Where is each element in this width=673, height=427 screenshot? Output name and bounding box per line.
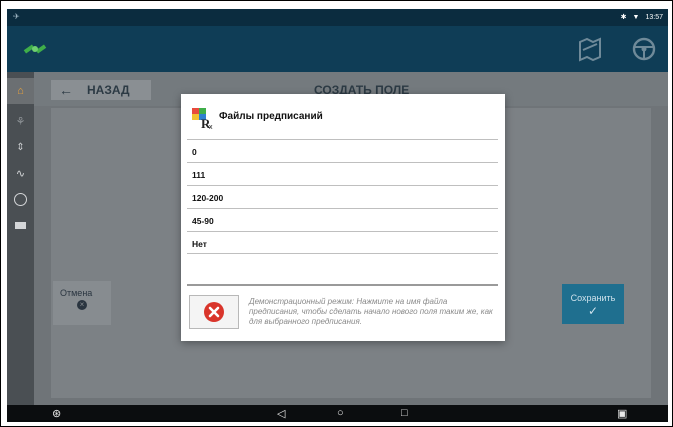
- cancel-label: Отмена: [60, 288, 93, 298]
- spray-icon: ⚘: [15, 115, 26, 128]
- divider: [187, 284, 498, 286]
- list-item[interactable]: Нет: [187, 231, 498, 254]
- demo-close-button[interactable]: [189, 295, 239, 329]
- satellite-icon[interactable]: [21, 38, 49, 60]
- screen-frame: ✈ ✱ ▼ 13:57 ⌂ ⚘ ⇕ ∿ ← НАЗАД СОЗДАТЬ ПОЛЕ…: [0, 0, 673, 427]
- wifi-icon: ▼: [632, 13, 640, 21]
- pulse-icon: ∿: [15, 167, 26, 180]
- close-icon: ×: [77, 300, 87, 310]
- prescription-files-dialog: R x Файлы предписаний 0 111 120-200 45-9…: [181, 94, 505, 341]
- back-label: НАЗАД: [87, 83, 130, 97]
- speed-icon: [14, 192, 27, 206]
- list-item[interactable]: 0: [187, 139, 498, 162]
- list-item[interactable]: 111: [187, 162, 498, 185]
- bluetooth-icon: ✱: [620, 14, 627, 21]
- demo-mode-notice: Демонстрационный режим: Нажмите на имя ф…: [187, 293, 498, 335]
- sidebar-item-spray[interactable]: ⚘: [7, 108, 34, 134]
- file-list: 0 111 120-200 45-90 Нет: [187, 139, 498, 254]
- screenshot-icon[interactable]: ▣: [617, 407, 627, 420]
- field-map-icon[interactable]: [577, 36, 603, 62]
- dialog-title: Файлы предписаний: [219, 111, 323, 122]
- nav-back-icon[interactable]: ◁: [277, 407, 285, 420]
- demo-message: Демонстрационный режим: Нажмите на имя ф…: [249, 297, 493, 326]
- steering-wheel-icon[interactable]: [631, 36, 657, 62]
- wheel-logo-icon[interactable]: ⊛: [52, 407, 61, 420]
- sidebar-item-camera[interactable]: [7, 212, 34, 238]
- save-button[interactable]: Сохранить ✓: [562, 284, 624, 324]
- app-bar: [7, 26, 668, 72]
- svg-text:x: x: [209, 124, 213, 129]
- nav-recents-icon[interactable]: □: [401, 407, 408, 419]
- nav-home-icon[interactable]: ○: [337, 407, 344, 419]
- save-label: Сохранить: [570, 293, 616, 303]
- app-notification-icon: ✈: [13, 12, 20, 21]
- camera-icon: [15, 221, 26, 229]
- error-x-icon: [204, 302, 224, 322]
- sidebar: ⌂ ⚘ ⇕ ∿: [7, 72, 34, 405]
- field-icon: ⇕: [16, 141, 25, 153]
- status-time: 13:57: [645, 13, 663, 21]
- back-button[interactable]: ← НАЗАД: [51, 80, 151, 100]
- system-nav-bar: ⊛ ◁ ○ □ ▣: [7, 405, 668, 422]
- list-item[interactable]: 120-200: [187, 185, 498, 208]
- check-icon: ✓: [587, 304, 599, 318]
- sidebar-item-diagnostics[interactable]: ∿: [7, 160, 34, 186]
- sidebar-item-home[interactable]: ⌂: [7, 78, 34, 104]
- list-item[interactable]: 45-90: [187, 208, 498, 231]
- back-arrow-icon: ←: [59, 82, 73, 98]
- cancel-button[interactable]: Отмена ×: [53, 281, 111, 325]
- status-bar: ✈ ✱ ▼ 13:57: [7, 9, 668, 26]
- home-icon: ⌂: [17, 85, 24, 97]
- prescription-rx-icon: R x: [192, 108, 213, 129]
- sidebar-item-field[interactable]: ⇕: [7, 134, 34, 160]
- sidebar-item-speed[interactable]: [7, 186, 34, 212]
- dialog-header: R x Файлы предписаний: [181, 94, 505, 138]
